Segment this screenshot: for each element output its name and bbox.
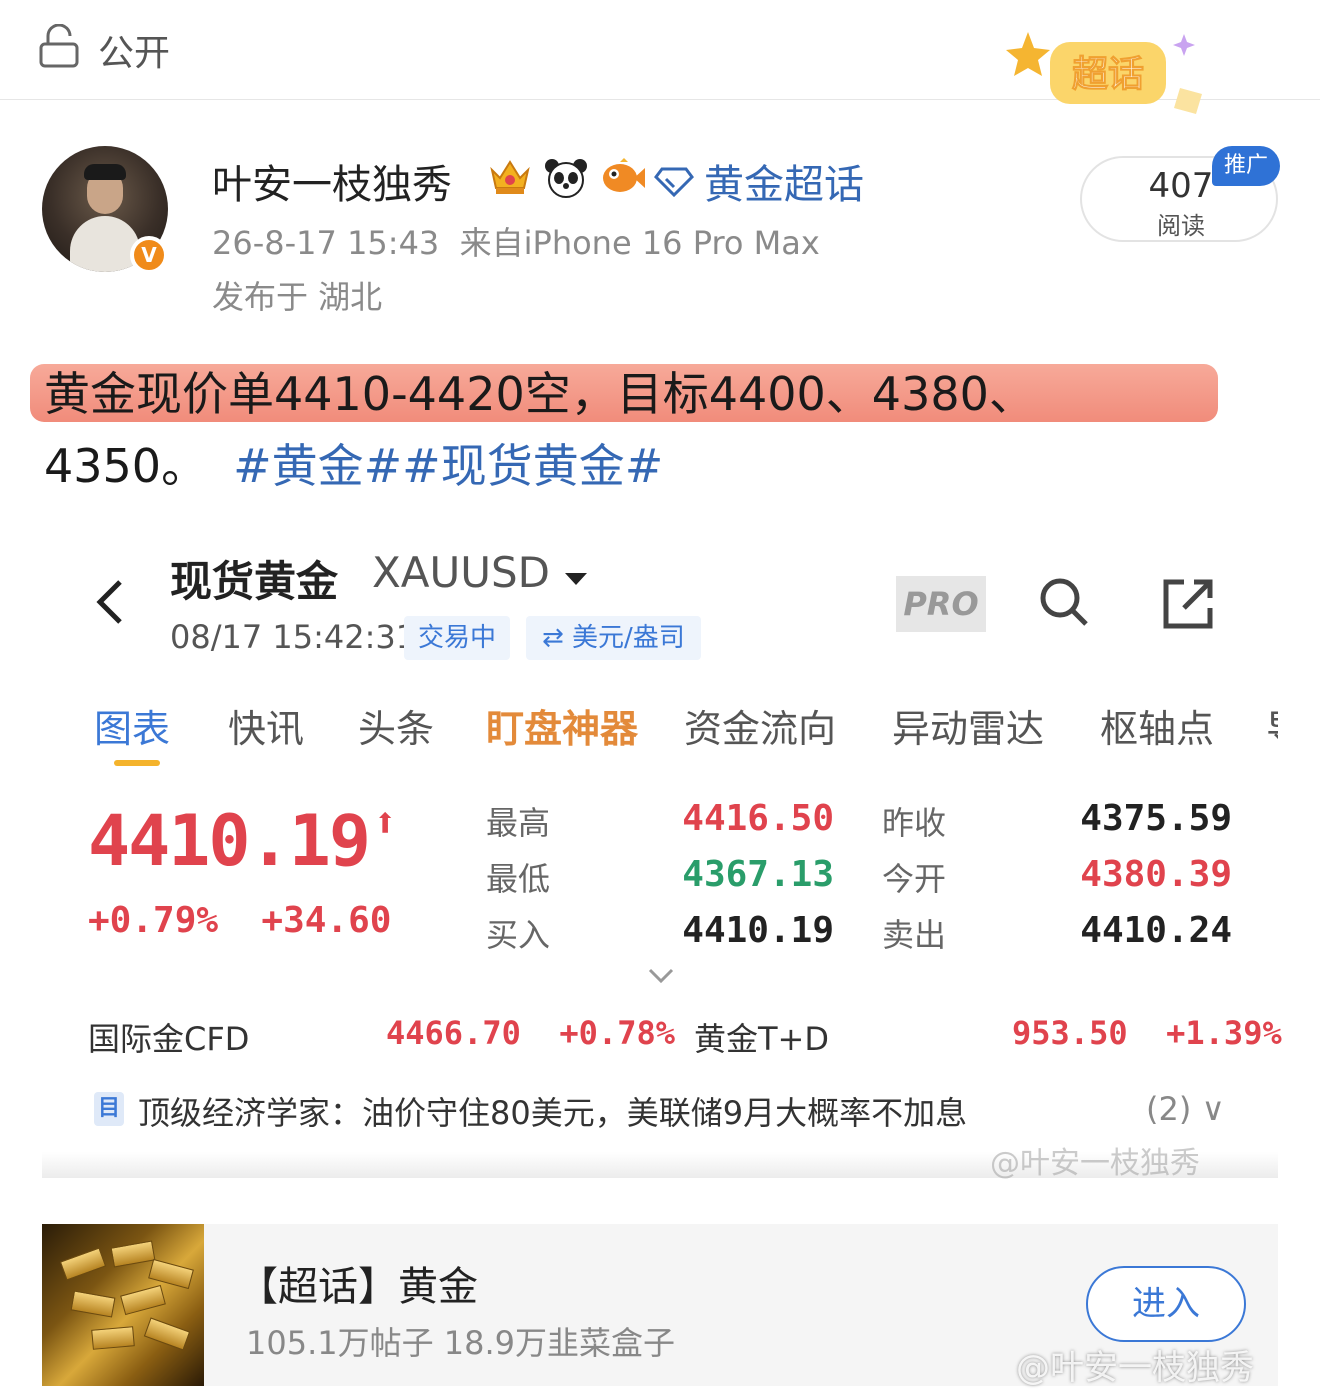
tab-flash-news: 快讯 [228,707,305,751]
author-name[interactable]: 叶安一枝独秀 [212,152,452,210]
td-label: 黄金T+D [694,1020,830,1058]
change-absolute: +34.60 [261,900,392,941]
prev-close-label: 昨收 [882,804,947,842]
expand-chevron-icon [648,968,674,984]
tab-fund-flow: 资金流向 [684,707,837,751]
tab-watch-tool: 盯盘神器 [486,707,639,751]
up-arrow-icon: ⬆ [373,800,397,846]
super-topic-sticker[interactable]: 超话 [1004,24,1214,120]
price-change: +0.79% +34.60 [88,900,391,941]
cfd-value: 4466.70 +0.78% [386,1014,675,1052]
open-label: 今开 [882,860,947,898]
super-topic-link[interactable]: 黄金超话 [654,152,864,210]
panda-icon[interactable] [542,156,590,198]
crown-medal-icon[interactable] [486,156,534,198]
gold-bars-thumbnail [42,1224,204,1386]
page-watermark: @叶安一枝独秀 [1016,1348,1254,1388]
top-bar: 公开 超话 [0,0,1320,114]
sell-value: 4410.24 [1080,910,1232,951]
instrument-symbol: XAUUSD [372,548,589,597]
verified-badge: V [130,236,168,274]
post-meta: 26-8-17 15:43 来自iPhone 16 Pro Max [212,224,820,262]
unlock-icon [39,24,79,68]
sell-label: 卖出 [882,916,947,954]
change-percent: +0.79% [88,900,219,941]
buy-label: 买入 [486,916,551,954]
td-value: 953.50 +1.39% [1012,1014,1282,1052]
instrument-symbol-text: XAUUSD [372,548,550,597]
avatar-hat [84,164,126,180]
active-tab-indicator [114,760,160,766]
search-icon [1040,578,1088,626]
low-label: 最低 [486,860,551,898]
medal-row [486,156,646,198]
topic-stats: 105.1万帖子 18.9万韭菜盒子 [246,1324,676,1362]
read-label: 阅读 [1157,212,1205,240]
back-arrow-icon [96,580,122,624]
high-value: 4416.50 [682,798,834,839]
news-count: (2) ∨ [1146,1090,1225,1128]
caret-down-icon [565,573,588,585]
post-text-line2-body: 4350。 [44,439,208,493]
diamond-icon [654,167,694,197]
visibility-label[interactable]: 公开 [98,24,170,76]
image-watermark: @叶安一枝独秀 [990,1146,1200,1181]
share-icon [1163,579,1213,629]
fish-icon[interactable] [598,156,646,198]
low-value: 4367.13 [682,854,834,895]
hashtag-links[interactable]: #黄金##现货黄金# [233,439,663,493]
tab-more: 导 [1266,698,1278,753]
news-headline: 顶级经济学家：油价守住80美元，美联储9月大概率不加息 [138,1094,968,1132]
pro-badge: PRO [896,576,986,632]
sticker-label: 超话 [1072,54,1144,95]
promo-badge[interactable]: 推广 [1212,146,1280,186]
quote-time: 08/17 15:42:31 [170,618,417,656]
current-price-value: 4410.19 [88,800,371,882]
cfd-label: 国际金CFD [88,1020,250,1058]
trading-status-chip: 交易中 [404,616,511,660]
avatar-body [70,216,140,272]
currency-chip: ⇄ 美元/盎司 [526,616,701,660]
tab-anomaly-radar: 异动雷达 [892,707,1045,751]
post-text-line2: 4350。 #黄金##现货黄金# [44,430,663,496]
prev-close-value: 4375.59 [1080,798,1232,839]
high-label: 最高 [486,804,551,842]
instrument-title: 现货黄金 [170,557,339,606]
super-topic-link-label[interactable]: 黄金超话 [704,152,864,210]
tab-chart: 图表 [94,707,171,751]
tab-headlines: 头条 [358,707,435,751]
tab-bar: 图表 快讯 头条 盯盘神器 资金流向 异动雷达 枢轴点 导 [94,698,1278,768]
news-icon: 目 [94,1092,124,1126]
topic-title: 【超话】黄金 [238,1264,478,1310]
buy-value: 4410.19 [682,910,834,951]
post-text-line1: 黄金现价单4410-4420空，目标4400、4380、 [44,367,1035,421]
current-price: 4410.19 ⬆ [88,800,397,882]
post-location: 发布于 湖北 [212,278,383,316]
embedded-screenshot[interactable]: 现货黄金 XAUUSD 08/17 15:42:31 交易中 ⇄ 美元/盎司 P… [42,530,1282,1178]
tab-pivot-points: 枢轴点 [1100,707,1215,751]
open-value: 4380.39 [1080,854,1232,895]
enter-button[interactable]: 进入 [1086,1266,1246,1342]
